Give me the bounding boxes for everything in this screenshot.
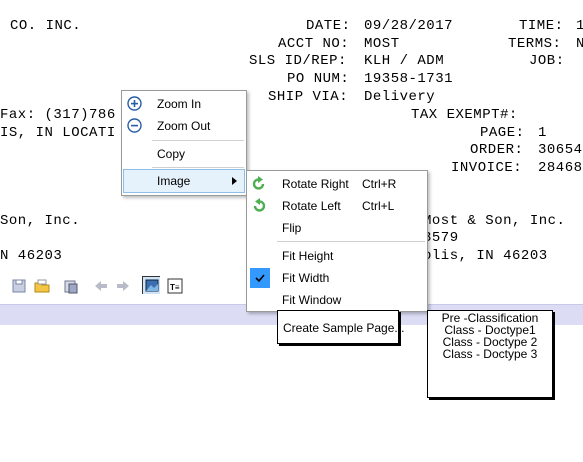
fit-window-label: Fit Window [282,293,342,307]
zoom-in-label: Zoom In [157,97,202,111]
invoice-value: 28468 [538,160,583,176]
menu-item-rotate-left[interactable]: Rotate Left Ctrl+L [247,195,427,217]
company-name: CO. INC. [10,18,82,34]
menu-item-fit-window[interactable]: Fit Window [247,289,427,311]
number-right: 3579 [423,230,459,246]
zip-right: olis, IN 46203 [423,248,548,264]
date-label: DATE: [306,18,351,34]
create-sample-page-label: Create Sample Page... [283,321,405,335]
image-label: Image [157,174,191,188]
time-label: TIME: [519,18,564,34]
create-sample-page-item[interactable]: Create Sample Page... [277,310,404,344]
zoom-out-icon [127,118,142,133]
time-value: 1 [576,18,583,34]
menu-separator [152,167,244,168]
acct-label: ACCT NO: [278,36,350,52]
zoom-out-label: Zoom Out [157,119,211,133]
customer-left: Son, Inc. [0,213,81,229]
rotate-right-icon [252,176,265,190]
location-line: IS, IN LOCATI [0,125,116,141]
zoom-in-icon [127,96,142,111]
classification-item[interactable]: Class - Doctype 3 [428,348,552,360]
menu-item-fit-height[interactable]: Fit Height [247,245,427,267]
customer-right: Most & Son, Inc. [423,213,566,229]
menu-item-fit-width[interactable]: Fit Width [247,267,427,289]
tax-label: TAX EXEMPT#: [411,107,518,123]
flip-label: Flip [282,221,302,235]
menu-separator [277,241,425,242]
rotate-left-icon [253,198,266,212]
forward-arrow-icon[interactable] [114,277,132,295]
classification-box: Pre -Classification Class - Doctype1 Class… [427,310,553,398]
terms-label: TERMS: [508,36,562,52]
back-arrow-icon[interactable] [92,277,110,295]
image-view-icon[interactable] [142,276,160,294]
rotate-right-label: Rotate Right [282,177,349,191]
rotate-left-label: Rotate Left [282,199,341,213]
job-label: JOB: [529,53,565,69]
fit-height-label: Fit Height [282,249,334,263]
po-label: PO NUM: [287,71,350,87]
page-label: PAGE: [480,125,525,141]
copy-label: Copy [157,147,186,161]
sls-label: SLS ID/REP: [249,53,347,69]
checkmark-icon [250,268,270,288]
save-icon[interactable] [10,277,28,295]
page-value: 1 [538,125,547,141]
terms-value: N [576,36,583,52]
order-value: 30654 [538,142,583,158]
ship-value: Delivery [364,89,436,105]
date-value: 09/28/2017 [364,18,454,34]
menu-item-flip[interactable]: Flip [247,217,427,239]
invoice-label: INVOICE: [451,160,523,176]
zip-left: N 46203 [0,248,63,264]
menu-item-image[interactable]: Image [123,169,245,193]
context-menu: Zoom In Zoom Out Copy Image [121,90,247,196]
menu-separator [152,140,244,141]
folder-icon[interactable] [33,277,51,295]
rotate-left-shortcut: Ctrl+L [362,199,395,213]
menu-item-rotate-right[interactable]: Rotate Right Ctrl+R [247,173,427,195]
menu-item-zoom-in[interactable]: Zoom In [122,93,246,115]
ship-label: SHIP VIA: [268,89,349,105]
fit-width-label: Fit Width [282,271,330,285]
fax-line: Fax: (317)786 [0,107,116,123]
sls-value: KLH / ADM [364,53,445,69]
svg-text:T≡: T≡ [170,283,180,292]
text-view-icon[interactable]: T≡ [166,277,184,295]
acct-value: MOST [364,36,400,52]
menu-item-zoom-out[interactable]: Zoom Out [122,115,246,137]
submenu-arrow-icon [232,177,237,185]
order-label: ORDER: [470,142,524,158]
image-submenu: Rotate Right Ctrl+R Rotate Left Ctrl+L F… [246,170,428,312]
po-value: 19358-1731 [364,71,454,87]
delete-icon[interactable] [62,277,80,295]
rotate-right-shortcut: Ctrl+R [362,177,397,191]
menu-item-copy[interactable]: Copy [122,143,246,165]
